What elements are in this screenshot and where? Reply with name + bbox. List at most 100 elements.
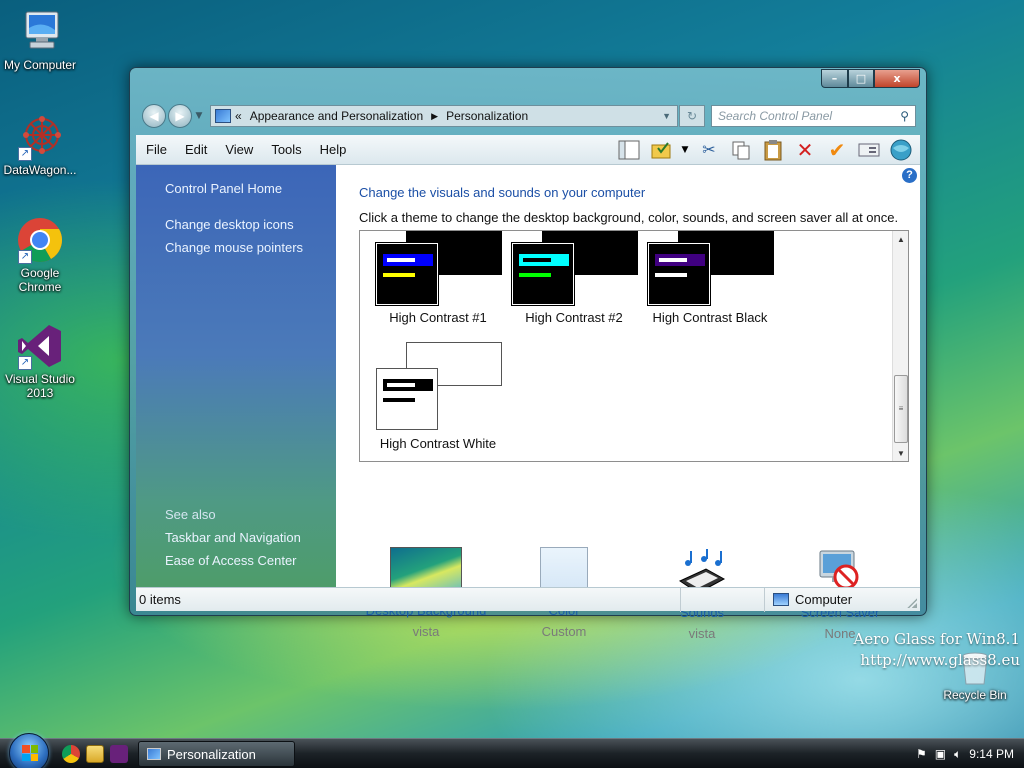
breadcrumb-parent[interactable]: Appearance and Personalization [250, 109, 423, 123]
sidebar: Control Panel Home Change desktop icons … [136, 165, 336, 587]
desktop-icon-chrome[interactable]: ↗ Google Chrome [0, 216, 80, 294]
breadcrumb-separator-icon[interactable]: ▶ [431, 111, 438, 122]
see-also-heading: See also [165, 507, 216, 522]
computer-icon [16, 8, 64, 56]
minimize-button[interactable]: – [821, 69, 848, 88]
globe-icon[interactable] [888, 138, 914, 162]
breadcrumb-overflow[interactable]: « [235, 109, 242, 123]
status-location: Computer [773, 592, 852, 607]
maximize-button[interactable]: □ [848, 69, 874, 88]
address-row: ◀ ▶ ▼ « Appearance and Personalization ▶… [142, 103, 920, 129]
volume-icon[interactable]: 🔈︎ [954, 747, 961, 762]
desktop-icon-label: Google Chrome [18, 266, 62, 294]
datawagon-icon: ↗ [16, 113, 64, 161]
menu-view[interactable]: View [215, 142, 261, 157]
system-tray: ⚑ ▣ 🔈︎ 9:14 PM [906, 739, 1024, 768]
back-button[interactable]: ◀ [142, 104, 166, 128]
forward-arrow-icon: ▶ [175, 109, 185, 123]
theme-scrollbar[interactable]: ▲ ≡ ▼ [892, 231, 908, 461]
desktop-icon-label: Recycle Bin [943, 688, 1007, 702]
refresh-icon: ↻ [686, 109, 698, 123]
search-input[interactable]: Search Control Panel ⚲ [711, 105, 916, 127]
clock[interactable]: 9:14 PM [969, 747, 1014, 761]
watermark-line2: http://www.glass8.eu [860, 651, 1020, 669]
taskbar-personalization[interactable]: Personalization [138, 741, 295, 767]
theme-high-contrast-1[interactable]: High Contrast #1 [375, 231, 512, 341]
menu-edit[interactable]: Edit [175, 142, 215, 157]
desktop-icon-visual-studio[interactable]: ↗ Visual Studio 2013 [0, 322, 80, 400]
content-pane: Change the visuals and sounds on your co… [336, 165, 920, 641]
folder-check-icon[interactable] [648, 138, 674, 162]
shortcut-arrow-icon: ↗ [18, 250, 32, 264]
theme-list: High Contrast #1 High Contrast #2 High C… [359, 230, 909, 462]
copy-icon[interactable] [728, 138, 754, 162]
status-divider [680, 588, 681, 612]
flag-icon[interactable]: ⚑ [916, 747, 927, 761]
windows-logo-icon [22, 745, 38, 761]
sidebar-taskbar-and-navigation[interactable]: Taskbar and Navigation [165, 530, 301, 545]
visual-studio-icon: ↗ [16, 322, 64, 370]
control-panel-icon [147, 748, 161, 760]
status-location-label: Computer [795, 592, 853, 607]
address-bar[interactable]: « Appearance and Personalization ▶ Perso… [210, 105, 678, 127]
page-subtitle: Click a theme to change the desktop back… [359, 210, 899, 225]
personalization-window: – □ x ◀ ▶ ▼ « Appearance and Personaliza… [129, 67, 927, 641]
theme-label: High Contrast #1 [389, 310, 487, 325]
sidebar-change-mouse-pointers[interactable]: Change mouse pointers [165, 240, 303, 255]
menu-tools[interactable]: Tools [261, 142, 309, 157]
help-icon[interactable]: ? [902, 168, 917, 183]
taskbar-item-label: Personalization [167, 746, 256, 762]
theme-preview-front [375, 242, 439, 306]
sidebar-control-panel-home[interactable]: Control Panel Home [165, 181, 282, 196]
computer-icon [773, 593, 789, 606]
refresh-button[interactable]: ↻ [679, 105, 705, 127]
resize-grip-icon[interactable] [907, 598, 917, 608]
scroll-down-icon[interactable]: ▼ [893, 449, 909, 458]
theme-high-contrast-2[interactable]: High Contrast #2 [511, 231, 648, 341]
layout-icon[interactable] [616, 138, 642, 162]
network-icon[interactable]: ▣ [935, 747, 946, 761]
scroll-thumb[interactable]: ≡ [894, 375, 908, 443]
setting-value: vista [688, 626, 716, 641]
setting-value: None [824, 626, 856, 641]
shortcut-arrow-icon: ↗ [18, 356, 32, 370]
address-dropdown-icon[interactable]: ▼ [662, 111, 671, 121]
theme-high-contrast-white[interactable]: High Contrast White [376, 342, 512, 452]
quick-launch [62, 745, 128, 763]
chrome-icon[interactable] [62, 745, 80, 763]
dropdown-icon[interactable]: ▼ [680, 138, 690, 162]
delete-icon[interactable]: ✕ [792, 138, 818, 162]
desktop-icon-datawagon[interactable]: ↗ DataWagon... [0, 113, 80, 177]
sidebar-ease-of-access-center[interactable]: Ease of Access Center [165, 553, 297, 568]
theme-label: High Contrast #2 [525, 310, 623, 325]
search-placeholder: Search Control Panel [718, 109, 833, 123]
menu-help[interactable]: Help [310, 142, 355, 157]
menu-bar: File Edit View Tools Help ▼ ✂ ✕ ✔ [136, 135, 920, 165]
scroll-up-icon[interactable]: ▲ [893, 235, 909, 244]
menu-file[interactable]: File [136, 142, 175, 157]
sidebar-change-desktop-icons[interactable]: Change desktop icons [165, 217, 294, 232]
recent-pages-dropdown[interactable]: ▼ [192, 111, 206, 121]
desktop-icon-label: DataWagon... [3, 163, 77, 177]
desktop-icon-my-computer[interactable]: My Computer [0, 8, 80, 72]
back-arrow-icon: ◀ [149, 109, 159, 123]
card-icon[interactable] [856, 138, 882, 162]
status-divider [764, 588, 765, 612]
forward-button[interactable]: ▶ [168, 104, 192, 128]
cut-icon[interactable]: ✂ [696, 138, 722, 162]
folder-icon[interactable] [86, 745, 104, 763]
start-button[interactable] [9, 733, 49, 768]
visual-studio-icon[interactable] [110, 745, 128, 763]
theme-preview-front [511, 242, 575, 306]
theme-high-contrast-black[interactable]: High Contrast Black [647, 231, 784, 341]
paste-icon[interactable] [760, 138, 786, 162]
breadcrumb-current[interactable]: Personalization [446, 109, 528, 123]
properties-icon[interactable]: ✔ [824, 138, 850, 162]
setting-value: Custom [541, 624, 587, 639]
search-icon[interactable]: ⚲ [900, 109, 909, 123]
status-item-count: 0 items [139, 592, 181, 607]
window-controls: – □ x [821, 69, 920, 88]
toolbar: ▼ ✂ ✕ ✔ [616, 138, 920, 162]
desktop-icon-label: Visual Studio 2013 [5, 372, 75, 400]
close-button[interactable]: x [874, 69, 920, 88]
